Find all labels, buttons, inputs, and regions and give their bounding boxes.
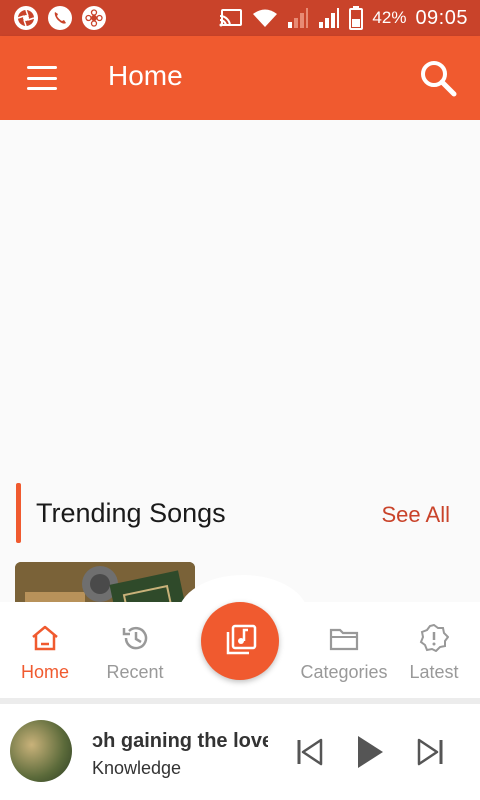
folder-icon <box>329 628 359 651</box>
skip-next-icon <box>417 738 443 766</box>
skip-previous-icon <box>297 738 323 766</box>
flower-icon <box>82 6 106 30</box>
app-bar: Home <box>0 36 480 120</box>
nav-label-recent: Recent <box>106 662 164 682</box>
search-icon[interactable] <box>418 58 458 98</box>
nav-label-categories: Categories <box>300 662 388 682</box>
battery-percent: 42% <box>372 8 407 27</box>
see-all-link[interactable]: See All <box>382 502 451 528</box>
signal-weak-icon <box>288 8 309 28</box>
system-status: 42% 09:05 <box>219 0 468 36</box>
section-accent-bar <box>16 483 21 543</box>
home-content[interactable]: Trending Songs See All <box>0 120 480 602</box>
play-button[interactable] <box>350 732 390 772</box>
cast-icon <box>219 9 243 27</box>
nav-item-recent[interactable]: Recent <box>90 624 180 683</box>
phone-icon <box>48 6 72 30</box>
nav-item-home[interactable]: Home <box>0 624 90 683</box>
nav-bump <box>178 575 308 602</box>
wifi-icon <box>253 9 278 27</box>
mini-player[interactable]: ɔh gaining the love Knowledge <box>0 704 480 800</box>
now-playing-subtitle: Knowledge <box>92 758 182 778</box>
song-artwork <box>15 562 195 602</box>
music-library-icon <box>226 624 257 655</box>
home-icon <box>32 625 58 651</box>
clock: 09:05 <box>415 6 468 29</box>
page-title: Home <box>108 60 183 91</box>
notification-icons <box>14 6 106 30</box>
skip-previous-button[interactable] <box>290 732 330 772</box>
signal-strong-icon <box>319 8 340 28</box>
skip-next-button[interactable] <box>410 732 450 772</box>
nav-item-categories[interactable]: Categories <box>299 624 389 683</box>
camera-aperture-icon <box>14 6 38 30</box>
now-playing-title: ɔh gaining the love <box>92 730 268 752</box>
now-playing-artwork <box>10 720 72 782</box>
status-bar: 42% 09:05 <box>0 0 480 36</box>
hamburger-menu-icon[interactable] <box>24 62 60 94</box>
alert-gear-icon <box>419 624 449 652</box>
play-icon <box>358 736 383 768</box>
nav-label-latest: Latest <box>409 662 459 682</box>
nav-item-latest[interactable]: Latest <box>389 624 479 683</box>
trending-song-card[interactable] <box>15 562 195 602</box>
trending-songs-title: Trending Songs <box>36 498 226 528</box>
battery-icon <box>349 6 364 30</box>
nav-label-home: Home <box>20 662 69 682</box>
music-library-button[interactable] <box>201 602 279 680</box>
history-icon <box>122 626 148 650</box>
